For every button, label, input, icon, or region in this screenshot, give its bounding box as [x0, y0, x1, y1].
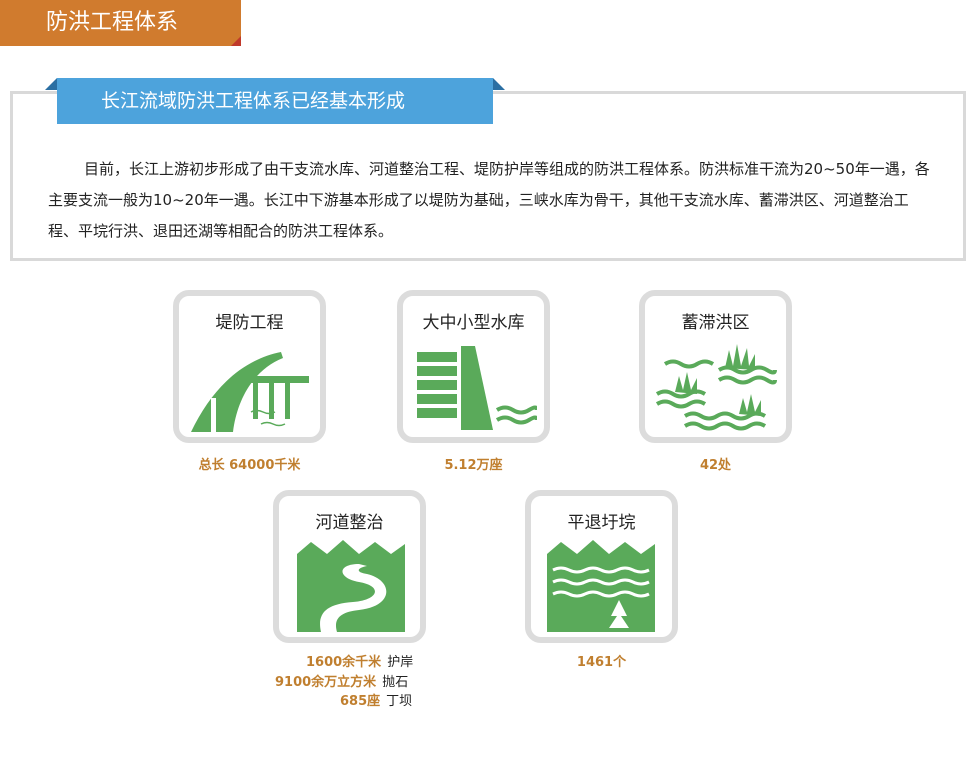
card-reservoir: 大中小型水库 — [397, 290, 550, 443]
section-title: 防洪工程体系 — [46, 10, 179, 35]
stat-river-value-1: 1600余千米 — [306, 655, 382, 670]
wetland-icon — [655, 344, 777, 431]
stat-river-unit-2: 抛石 — [382, 675, 409, 690]
stat-detention: 42处 — [699, 458, 732, 473]
card-levee: 堤防工程 — [173, 290, 326, 443]
intro-banner: 长江流域防洪工程体系已经基本形成 — [45, 78, 505, 124]
card-detention-title: 蓄滞洪区 — [681, 313, 750, 333]
card-polder: 平退圩垸 — [525, 490, 678, 643]
stat-river-row-2: 9100余万立方米 抛石 — [275, 671, 408, 690]
banner-fold-left — [45, 78, 57, 90]
stat-levee: 总长 64000千米 — [198, 458, 301, 473]
card-levee-title: 堤防工程 — [215, 313, 284, 333]
title-tab-corner — [231, 36, 241, 46]
card-detention: 蓄滞洪区 — [639, 290, 792, 443]
stat-river-value-2: 9100余万立方米 — [275, 675, 377, 690]
card-river-title: 河道整治 — [315, 513, 384, 533]
card-river: 河道整治 — [273, 490, 426, 643]
card-reservoir-title: 大中小型水库 — [422, 313, 525, 333]
stat-river-value-3: 685座 — [340, 694, 381, 709]
stat-polder: 1461个 — [576, 655, 627, 670]
dam-icon — [417, 346, 537, 430]
stat-river-row-3: 685座 丁坝 — [340, 690, 412, 709]
polder-icon — [547, 540, 655, 632]
river-icon — [297, 540, 405, 632]
levee-icon — [191, 352, 309, 432]
intro-banner-text: 长江流域防洪工程体系已经基本形成 — [101, 90, 406, 112]
banner-fold-right — [493, 78, 505, 90]
stat-river-row-1: 1600余千米 护岸 — [306, 651, 413, 670]
stat-reservoir: 5.12万座 — [444, 458, 503, 473]
stat-river-unit-3: 丁坝 — [386, 694, 413, 709]
card-polder-title: 平退圩垸 — [567, 513, 636, 533]
stat-river-unit-1: 护岸 — [387, 655, 414, 670]
section-title-tab: 防洪工程体系 — [0, 0, 241, 46]
intro-paragraph: 目前，长江上游初步形成了由干支流水库、河道整治工程、堤防护岸等组成的防洪工程体系… — [48, 160, 930, 240]
